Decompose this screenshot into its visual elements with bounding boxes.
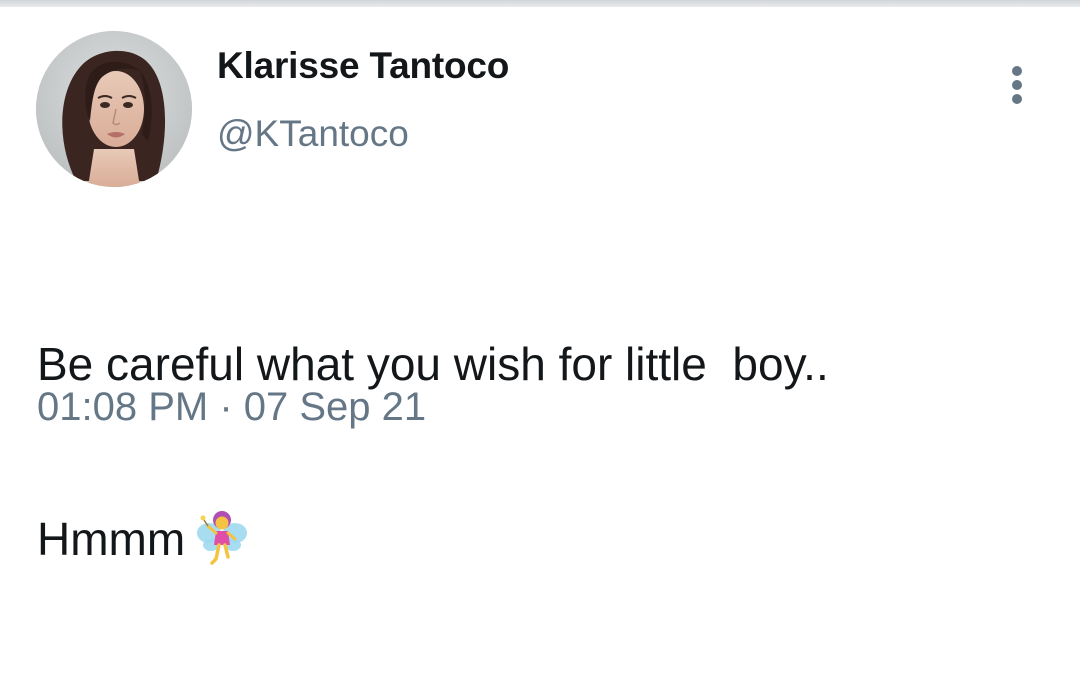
- avatar[interactable]: [36, 31, 192, 187]
- user-handle[interactable]: @KTantoco: [217, 113, 409, 155]
- more-vertical-icon: [1012, 66, 1022, 104]
- tweet-text-line-2-text: Hmmm: [37, 513, 186, 565]
- avatar-photo-icon: [36, 31, 192, 187]
- tweet-timestamp[interactable]: 01:08 PM · 07 Sep 21: [37, 385, 426, 430]
- top-divider: [0, 0, 1080, 7]
- fairy-emoji-icon: [195, 509, 249, 567]
- display-name[interactable]: Klarisse Tantoco: [217, 45, 509, 87]
- more-options-button[interactable]: [1000, 63, 1034, 115]
- tweet-card[interactable]: Klarisse Tantoco @KTantoco Be careful wh…: [0, 7, 1080, 565]
- tweet-text-line-2: Hmmm: [37, 509, 1037, 567]
- tweet-text: Be careful what you wish for little boy.…: [37, 219, 1037, 683]
